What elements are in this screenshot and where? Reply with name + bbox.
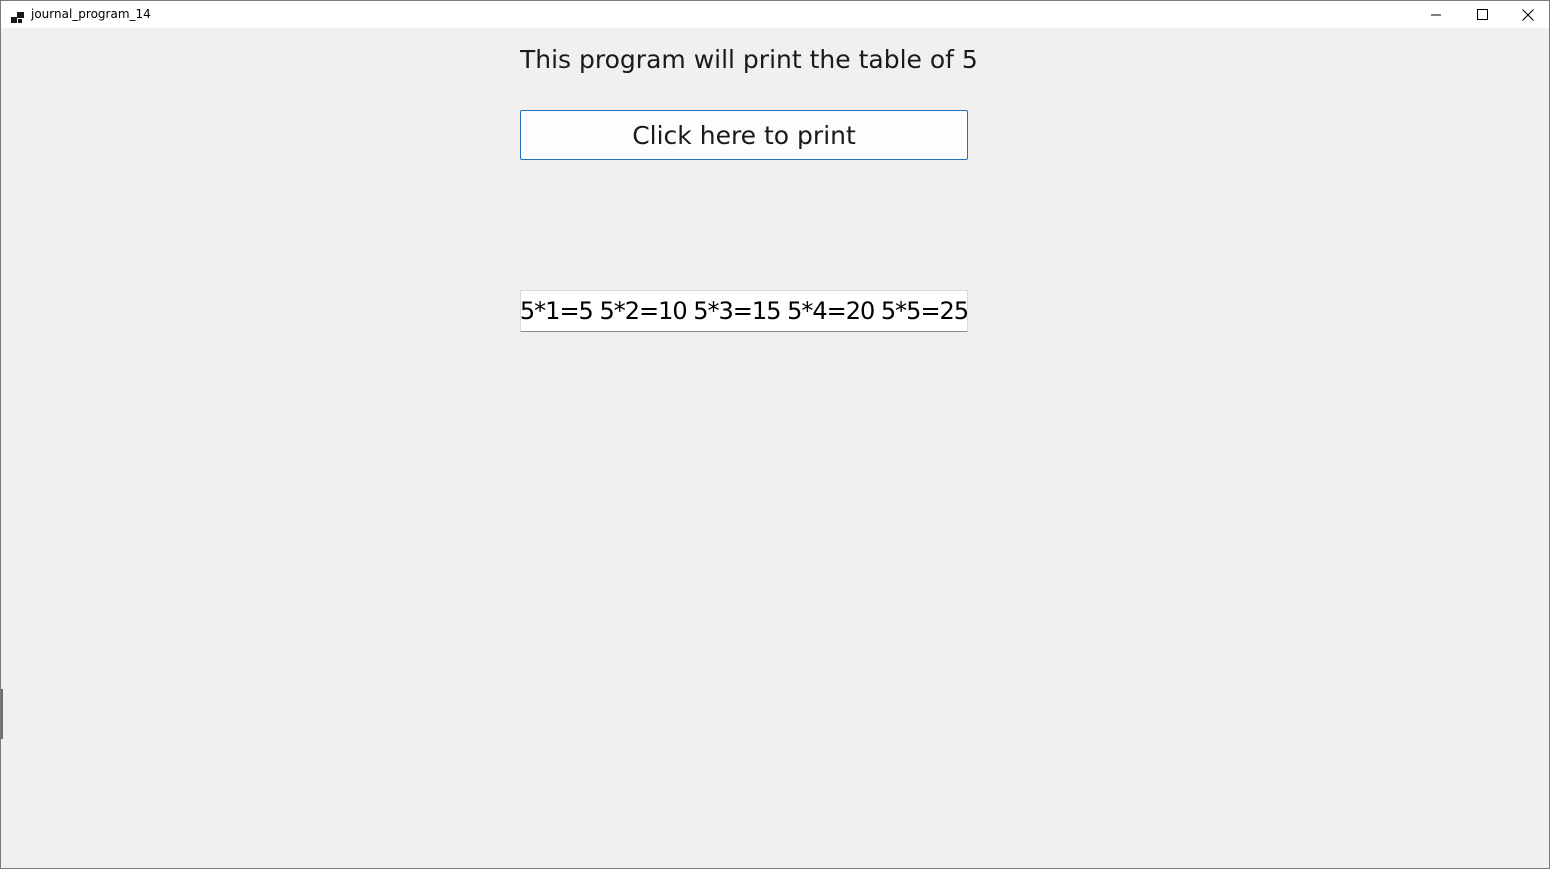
window-title: journal_program_14 — [31, 7, 151, 21]
maximize-button[interactable] — [1459, 1, 1505, 28]
output-text: 5*1=5 5*2=10 5*3=15 5*4=20 5*5=25 — [520, 297, 968, 325]
print-button[interactable]: Click here to print — [520, 110, 968, 160]
app-window: journal_program_14 This program will pri… — [0, 0, 1550, 869]
maximize-icon — [1476, 9, 1488, 20]
minimize-icon — [1431, 10, 1441, 20]
app-window-icon — [11, 8, 24, 23]
page-heading: This program will print the table of 5 — [520, 45, 978, 74]
minimize-button[interactable] — [1413, 1, 1459, 28]
close-button[interactable] — [1505, 1, 1550, 28]
title-bar[interactable]: journal_program_14 — [1, 1, 1549, 28]
client-area: This program will print the table of 5 C… — [1, 28, 1549, 868]
window-resize-edge[interactable] — [1, 689, 3, 739]
output-field[interactable]: 5*1=5 5*2=10 5*3=15 5*4=20 5*5=25 — [520, 290, 968, 332]
close-icon — [1522, 8, 1534, 21]
